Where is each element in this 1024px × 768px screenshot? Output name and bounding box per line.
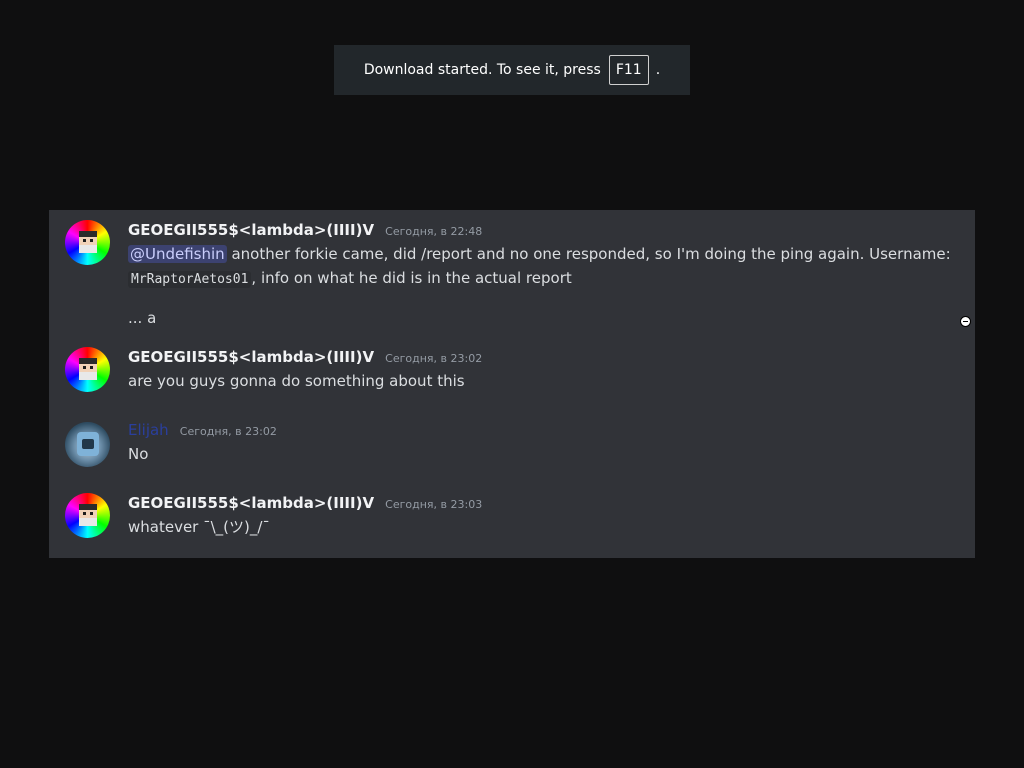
message-header: GEOEGII555$<lambda>(IIII)V Сегодня, в 23… <box>128 347 482 366</box>
f11-key-hint: F11 <box>608 55 649 85</box>
message-header: Elijah Сегодня, в 23:02 <box>128 420 277 439</box>
message-content: are you guys gonna do something about th… <box>128 372 465 390</box>
timestamp: Сегодня, в 22:48 <box>385 225 483 238</box>
screen: Download started. To see it, press F11 .… <box>0 0 1024 768</box>
username[interactable]: GEOEGII555$<lambda>(IIII)V <box>128 494 374 512</box>
inline-code: MrRaptorAetos01 <box>128 271 252 288</box>
timestamp: Сегодня, в 23:02 <box>385 352 483 365</box>
pixel-face-icon <box>79 504 97 526</box>
timestamp: Сегодня, в 23:02 <box>179 425 277 438</box>
message-text-continued: , info on what he did is in the actual r… <box>251 269 572 287</box>
message-header: GEOEGII555$<lambda>(IIII)V Сегодня, в 22… <box>128 220 482 239</box>
user-avatar-icon[interactable] <box>65 493 110 538</box>
username[interactable]: GEOEGII555$<lambda>(IIII)V <box>128 221 374 239</box>
message-content: @Undefishin another forkie came, did /re… <box>128 242 968 292</box>
message-content: No <box>128 445 149 463</box>
followup-message: ... a <box>128 309 157 327</box>
elijah-avatar-icon[interactable] <box>65 422 110 467</box>
chat-panel: GEOEGII555$<lambda>(IIII)V Сегодня, в 22… <box>49 210 975 558</box>
toast-text: Download started. To see it, press <box>363 62 601 78</box>
message-text: another forkie came, did /report and no … <box>226 245 951 263</box>
pixel-face-icon <box>79 358 97 380</box>
message-content: whatever ¯\_(ツ)_/¯ <box>128 518 270 536</box>
user-avatar-icon[interactable] <box>65 347 110 392</box>
username[interactable]: Elijah <box>128 421 169 439</box>
user-avatar-icon[interactable] <box>65 220 110 265</box>
username[interactable]: GEOEGII555$<lambda>(IIII)V <box>128 348 374 366</box>
cursor-icon <box>960 316 971 327</box>
user-mention[interactable]: @Undefishin <box>128 245 227 263</box>
pixel-face-icon <box>79 231 97 253</box>
message-header: GEOEGII555$<lambda>(IIII)V Сегодня, в 23… <box>128 493 482 512</box>
timestamp: Сегодня, в 23:03 <box>385 498 483 511</box>
toast-suffix: . <box>655 62 661 78</box>
download-toast: Download started. To see it, press F11 . <box>334 45 690 95</box>
